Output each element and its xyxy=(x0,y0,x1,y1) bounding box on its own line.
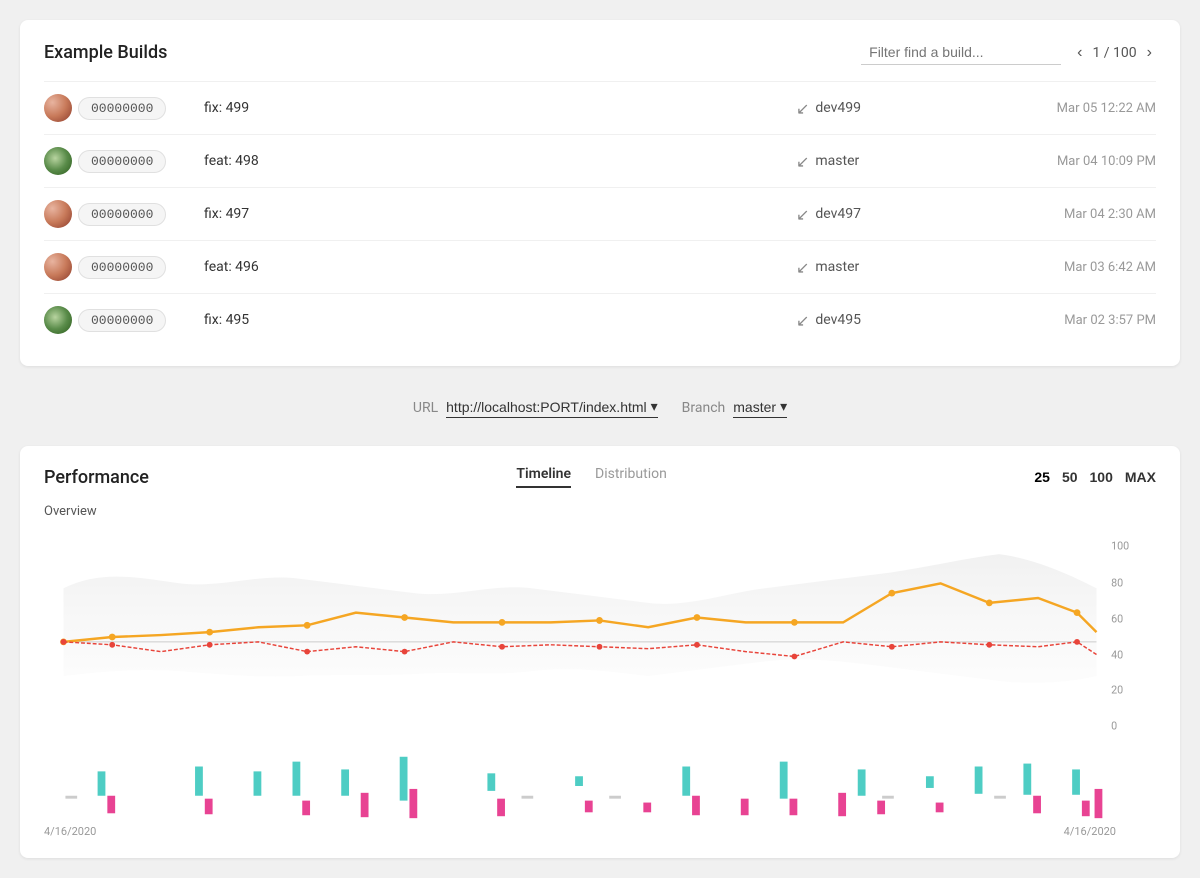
table-row[interactable]: 00000000 fix: 495 ↙ dev495 Mar 02 3:57 P… xyxy=(44,293,1156,346)
svg-text:80: 80 xyxy=(1111,576,1123,589)
overview-label: Overview xyxy=(44,504,1156,519)
branch-value: master xyxy=(733,399,776,415)
avatar xyxy=(44,306,72,334)
url-dropdown-button[interactable]: http://localhost:PORT/index.html ▾ xyxy=(446,398,658,418)
build-hash: 00000000 xyxy=(78,256,166,279)
count-max-button[interactable]: MAX xyxy=(1125,469,1156,485)
table-row[interactable]: 00000000 fix: 499 ↙ dev499 Mar 05 12:22 … xyxy=(44,81,1156,134)
branch-name: master xyxy=(815,153,859,169)
controls-bar: URL http://localhost:PORT/index.html ▾ B… xyxy=(20,386,1180,430)
pagination: ‹ 1 / 100 › xyxy=(1073,42,1156,64)
filter-input[interactable] xyxy=(861,40,1061,65)
build-id-badge: 00000000 xyxy=(44,253,204,281)
branch-name: master xyxy=(815,259,859,275)
build-message: fix: 495 xyxy=(204,312,796,328)
table-row[interactable]: 00000000 feat: 498 ↙ master Mar 04 10:09… xyxy=(44,134,1156,187)
builds-header: Example Builds ‹ 1 / 100 › xyxy=(44,40,1156,65)
avatar xyxy=(44,253,72,281)
svg-text:0: 0 xyxy=(1111,720,1117,733)
build-hash: 00000000 xyxy=(78,203,166,226)
build-hash: 00000000 xyxy=(78,309,166,332)
build-hash: 00000000 xyxy=(78,97,166,120)
svg-text:60: 60 xyxy=(1111,612,1123,625)
url-label: URL xyxy=(413,400,438,416)
avatar xyxy=(44,147,72,175)
avatar xyxy=(44,94,72,122)
branch-name: dev499 xyxy=(815,100,861,116)
count-100-button[interactable]: 100 xyxy=(1090,469,1113,485)
line-chart-container: 100 80 60 40 20 0 xyxy=(44,527,1156,747)
prev-page-button[interactable]: ‹ xyxy=(1073,42,1086,64)
table-row[interactable]: 00000000 fix: 497 ↙ dev497 Mar 04 2:30 A… xyxy=(44,187,1156,240)
build-branch: ↙ master xyxy=(796,258,996,277)
build-hash: 00000000 xyxy=(78,150,166,173)
svg-text:100: 100 xyxy=(1111,539,1129,552)
build-message: feat: 496 xyxy=(204,259,796,275)
svg-text:40: 40 xyxy=(1111,648,1123,661)
x-axis-end: 4/16/2020 xyxy=(1064,825,1116,838)
svg-text:20: 20 xyxy=(1111,684,1123,697)
build-branch: ↙ dev497 xyxy=(796,205,996,224)
pagination-label: 1 / 100 xyxy=(1092,45,1136,61)
build-message: fix: 497 xyxy=(204,206,796,222)
build-message: feat: 498 xyxy=(204,153,796,169)
build-id-badge: 00000000 xyxy=(44,306,204,334)
url-value: http://localhost:PORT/index.html xyxy=(446,399,647,415)
build-branch: ↙ dev495 xyxy=(796,311,996,330)
build-date: Mar 04 10:09 PM xyxy=(996,154,1156,169)
branch-icon: ↙ xyxy=(796,258,809,277)
build-date: Mar 02 3:57 PM xyxy=(996,313,1156,328)
branch-name: dev497 xyxy=(815,206,861,222)
branch-name: dev495 xyxy=(815,312,861,328)
branch-control-group: Branch master ▾ xyxy=(682,398,787,418)
builds-list: 00000000 fix: 499 ↙ dev499 Mar 05 12:22 … xyxy=(44,81,1156,346)
avatar xyxy=(44,200,72,228)
tab-timeline[interactable]: Timeline xyxy=(516,466,571,488)
build-date: Mar 05 12:22 AM xyxy=(996,101,1156,116)
branch-icon: ↙ xyxy=(796,311,809,330)
chevron-down-icon: ▾ xyxy=(651,398,658,415)
count-50-button[interactable]: 50 xyxy=(1062,469,1078,485)
build-id-badge: 00000000 xyxy=(44,94,204,122)
x-axis-start: 4/16/2020 xyxy=(44,825,96,838)
build-message: fix: 499 xyxy=(204,100,796,116)
build-id-badge: 00000000 xyxy=(44,147,204,175)
count-25-button[interactable]: 25 xyxy=(1034,469,1050,485)
performance-card: Performance Timeline Distribution 25 50 … xyxy=(20,446,1180,858)
bar-chart xyxy=(44,751,1116,821)
build-date: Mar 03 6:42 AM xyxy=(996,260,1156,275)
builds-card: Example Builds ‹ 1 / 100 › 00000000 fix:… xyxy=(20,20,1180,366)
url-control-group: URL http://localhost:PORT/index.html ▾ xyxy=(413,398,658,418)
branch-icon: ↙ xyxy=(796,152,809,171)
perf-header: Performance Timeline Distribution 25 50 … xyxy=(44,466,1156,488)
tab-distribution[interactable]: Distribution xyxy=(595,466,667,488)
build-branch: ↙ dev499 xyxy=(796,99,996,118)
branch-icon: ↙ xyxy=(796,99,809,118)
branch-dropdown-button[interactable]: master ▾ xyxy=(733,398,787,418)
builds-title: Example Builds xyxy=(44,42,167,63)
perf-tabs: Timeline Distribution xyxy=(149,466,1034,488)
build-branch: ↙ master xyxy=(796,152,996,171)
builds-filter-area: ‹ 1 / 100 › xyxy=(861,40,1156,65)
perf-title: Performance xyxy=(44,467,149,488)
build-date: Mar 04 2:30 AM xyxy=(996,207,1156,222)
line-chart: 100 80 60 40 20 0 xyxy=(44,527,1116,747)
next-page-button[interactable]: › xyxy=(1143,42,1156,64)
chevron-down-icon: ▾ xyxy=(780,398,787,415)
x-axis-labels: 4/16/2020 4/16/2020 xyxy=(44,825,1156,838)
branch-label: Branch xyxy=(682,400,726,416)
branch-icon: ↙ xyxy=(796,205,809,224)
perf-counts: 25 50 100 MAX xyxy=(1034,469,1156,485)
table-row[interactable]: 00000000 feat: 496 ↙ master Mar 03 6:42 … xyxy=(44,240,1156,293)
build-id-badge: 00000000 xyxy=(44,200,204,228)
